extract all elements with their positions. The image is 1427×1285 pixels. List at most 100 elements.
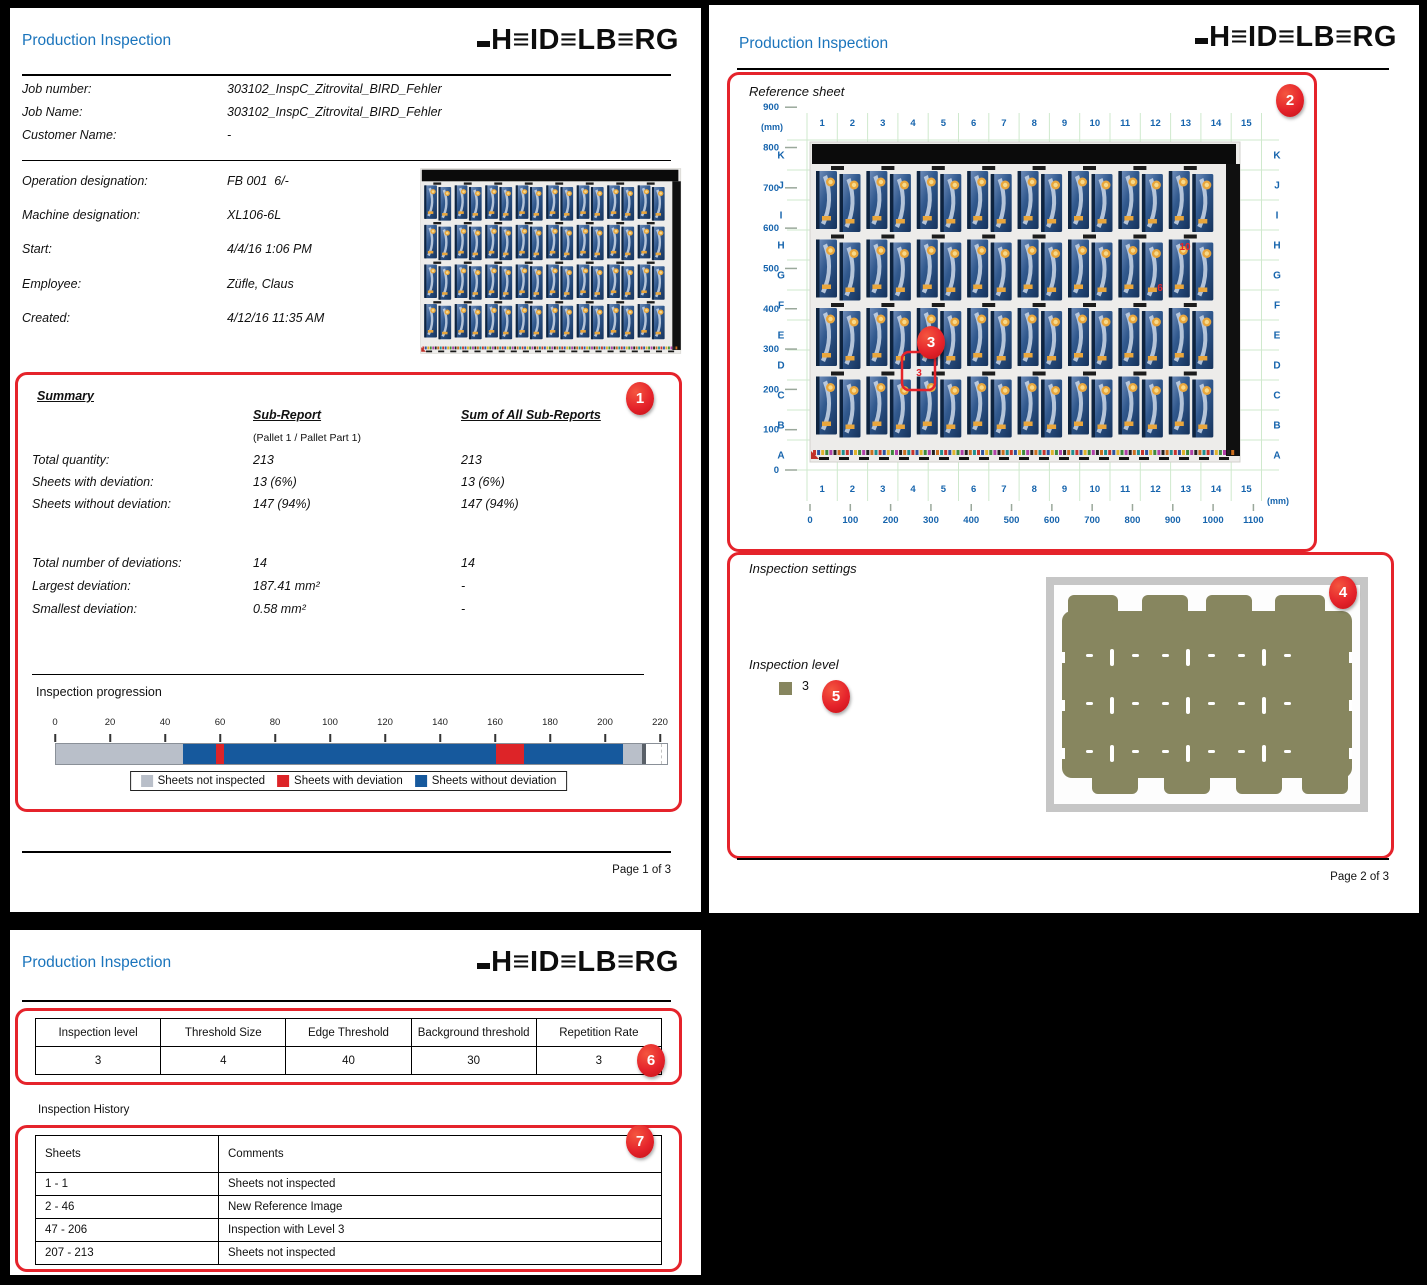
axis-tick-label: 100 [322, 717, 338, 728]
axis-tick-mark [604, 734, 606, 742]
inspection-level-swatch [779, 682, 792, 695]
axis-tick-label: 200 [597, 717, 613, 728]
report-page-3: Production Inspection H≡ID≡LB≡RG Inspect… [10, 930, 701, 1275]
settings-column-header: Background threshold [411, 1019, 536, 1047]
history-sheets-cell: 2 - 46 [36, 1196, 219, 1219]
annotation-badge-7: 7 [626, 1125, 654, 1158]
bar-segment [224, 744, 496, 764]
row-label: G [1273, 271, 1281, 282]
summary-section: Summary Sub-Report Sum of All Sub-Report… [15, 372, 682, 812]
history-sheets-cell: 207 - 213 [36, 1242, 219, 1265]
column-label: 9 [1062, 484, 1067, 495]
page-number: Page 1 of 3 [612, 864, 671, 876]
field-label: Employee: [22, 277, 81, 291]
inspection-mask-image [1046, 577, 1368, 812]
column-label: 15 [1241, 484, 1252, 495]
axis-tick-label: 0 [52, 717, 57, 728]
table-row: 47 - 206Inspection with Level 3 [36, 1219, 662, 1242]
heidelberg-logo: H≡ID≡LB≡RG [477, 946, 679, 979]
table-row: 1 - 1Sheets not inspected [36, 1173, 662, 1196]
field-label: Operation designation: [22, 174, 148, 188]
axis-tick-mark [659, 734, 661, 742]
table-header-row: Inspection levelThreshold SizeEdge Thres… [36, 1019, 662, 1047]
settings-value-cell: 40 [286, 1047, 411, 1075]
axis-tick-label: 140 [432, 717, 448, 728]
mm-tick-label: 300 [923, 515, 939, 526]
inspection-mask-canvas [1054, 585, 1360, 804]
mm-tick-label: 300 [763, 344, 779, 355]
column-label: 14 [1211, 118, 1222, 129]
legend-item: Sheets not inspected [141, 775, 265, 787]
field-label: Start: [22, 242, 52, 256]
mm-tick-label: 1100 [1243, 515, 1264, 526]
heidelberg-logo: H≡ID≡LB≡RG [1195, 21, 1397, 54]
bar-segment [524, 744, 623, 764]
axis-tick-mark [164, 734, 166, 742]
column-label: 2 [850, 118, 855, 129]
axis-tick-mark [549, 734, 551, 742]
summary-heading: Summary [37, 389, 94, 403]
mm-tick-label: 700 [1084, 515, 1100, 526]
column-label: 1 [820, 118, 826, 129]
row-label: A [777, 451, 784, 462]
axis-tick-mark [384, 734, 386, 742]
axis-tick-label: 80 [270, 717, 281, 728]
summary-subreport-value: 213 [253, 453, 274, 467]
summary-sum-value: - [461, 579, 465, 593]
mm-tick-label: 800 [763, 143, 779, 154]
mm-tick-label: 900 [1165, 515, 1181, 526]
history-sheets-cell: 1 - 1 [36, 1173, 219, 1196]
page-number: Page 2 of 3 [1330, 871, 1389, 883]
inspection-history-table: SheetsComments 1 - 1Sheets not inspected… [35, 1135, 662, 1265]
annotation-badge-3: 3 [917, 326, 945, 359]
row-label: K [1273, 151, 1281, 162]
mm-tick-label: 700 [763, 183, 779, 194]
column-label: 14 [1211, 484, 1222, 495]
current-sheet-marker [642, 744, 646, 764]
chart-legend: Sheets not inspected Sheets with deviatio… [130, 771, 568, 791]
sheet-thumbnail-image [420, 168, 682, 354]
legend-item: Sheets without deviation [415, 775, 557, 787]
column-label: 5 [941, 118, 947, 129]
axis-tick-mark [54, 734, 56, 742]
table-row: 2 - 46New Reference Image [36, 1196, 662, 1219]
mm-unit-label: (mm) [761, 122, 783, 132]
legend-swatch [415, 775, 427, 787]
row-label: F [1274, 301, 1280, 312]
summary-subreport-value: 147 (94%) [253, 497, 311, 511]
history-comment-cell: Inspection with Level 3 [219, 1219, 662, 1242]
column-label: 11 [1120, 484, 1131, 495]
header-divider [22, 1000, 671, 1002]
mm-tick-label: 0 [807, 515, 812, 526]
field-value: FB 001 6/- [227, 174, 289, 188]
history-column-header: Comments [219, 1136, 662, 1173]
row-label: H [1273, 241, 1280, 252]
bar-segment [623, 744, 642, 764]
summary-sum-value: 147 (94%) [461, 497, 519, 511]
axis-tick-label: 220 [652, 717, 668, 728]
legend-label: Sheets with deviation [294, 775, 403, 787]
deviation-count-marker: 6 [1157, 283, 1163, 294]
row-label: C [1273, 391, 1280, 402]
settings-column-header: Edge Threshold [286, 1019, 411, 1047]
inspection-mask-shape [1054, 585, 1360, 804]
page-title: Production Inspection [22, 954, 171, 972]
row-label: E [778, 331, 785, 342]
axis-tick-label: 180 [542, 717, 558, 728]
settings-column-header: Repetition Rate [536, 1019, 661, 1047]
row-label: A [1273, 451, 1280, 462]
axis-tick-mark [274, 734, 276, 742]
mm-tick-label: 200 [763, 384, 779, 395]
mm-tick-label: 600 [1044, 515, 1060, 526]
history-comment-cell: Sheets not inspected [219, 1242, 662, 1265]
reference-sheet-chart: 1122334455667788991010111112121313141415… [739, 95, 1299, 535]
column-label: 4 [910, 118, 916, 129]
annotation-badge-5: 5 [822, 680, 850, 713]
mm-tick-label: 900 [763, 102, 779, 113]
axis-tick-label: 40 [160, 717, 171, 728]
column-label: 11 [1120, 118, 1131, 129]
settings-value-cell: 3 [36, 1047, 161, 1075]
column-label: 15 [1241, 118, 1252, 129]
annotation-badge-6: 6 [637, 1044, 665, 1077]
mm-tick-label: 100 [842, 515, 858, 526]
